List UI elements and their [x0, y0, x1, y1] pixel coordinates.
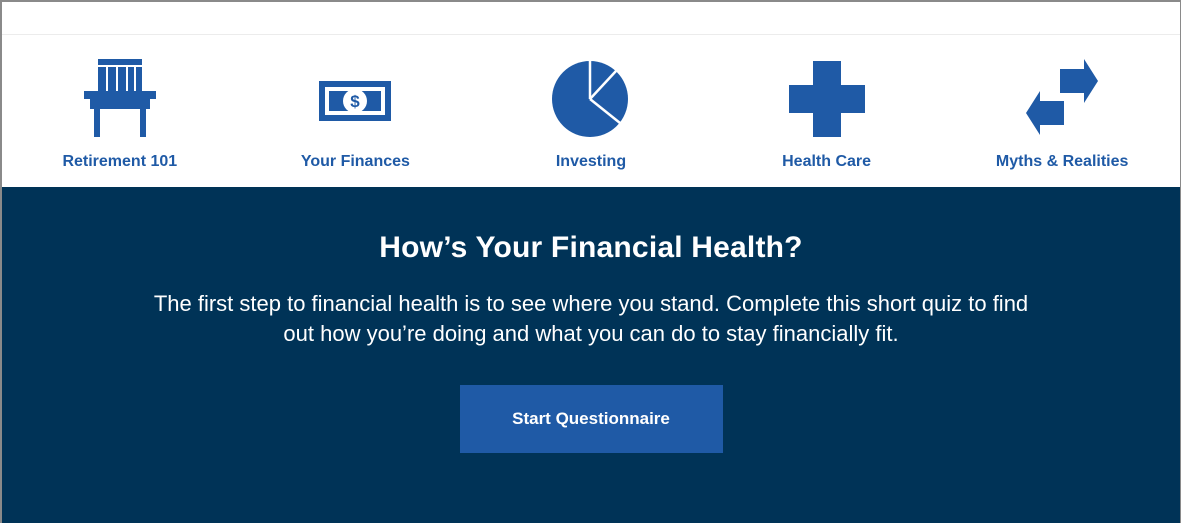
page-frame: Retirement 101 $ Your Finances Investing…	[0, 0, 1181, 523]
medical-cross-icon	[788, 57, 865, 139]
topic-nav: Retirement 101 $ Your Finances Investing…	[2, 35, 1180, 187]
nav-item-health-care[interactable]: Health Care	[709, 35, 945, 187]
nav-label: Retirement 101	[62, 153, 178, 170]
nav-label: Your Finances	[300, 153, 410, 170]
nav-item-retirement-101[interactable]: Retirement 101	[2, 35, 238, 187]
swap-arrows-icon	[1024, 57, 1100, 139]
nav-item-your-finances[interactable]: $ Your Finances	[238, 35, 474, 187]
nav-item-myths-realities[interactable]: Myths & Realities	[944, 35, 1180, 187]
banner-description: The first step to financial health is to…	[153, 291, 1029, 346]
start-questionnaire-button[interactable]: Start Questionnaire	[459, 385, 723, 453]
nav-item-investing[interactable]: Investing	[473, 35, 709, 187]
nav-label: Investing	[555, 153, 627, 170]
svg-text:$: $	[351, 92, 361, 111]
dollar-bill-icon: $	[317, 57, 393, 139]
pie-chart-icon	[550, 57, 632, 139]
adirondack-chair-icon	[83, 57, 156, 139]
nav-label: Health Care	[782, 153, 872, 170]
financial-health-banner: How’s Your Financial Health? The first s…	[2, 187, 1180, 523]
banner-title: How’s Your Financial Health?	[379, 231, 803, 264]
nav-label: Myths & Realities	[995, 153, 1129, 170]
top-strip	[2, 2, 1180, 35]
